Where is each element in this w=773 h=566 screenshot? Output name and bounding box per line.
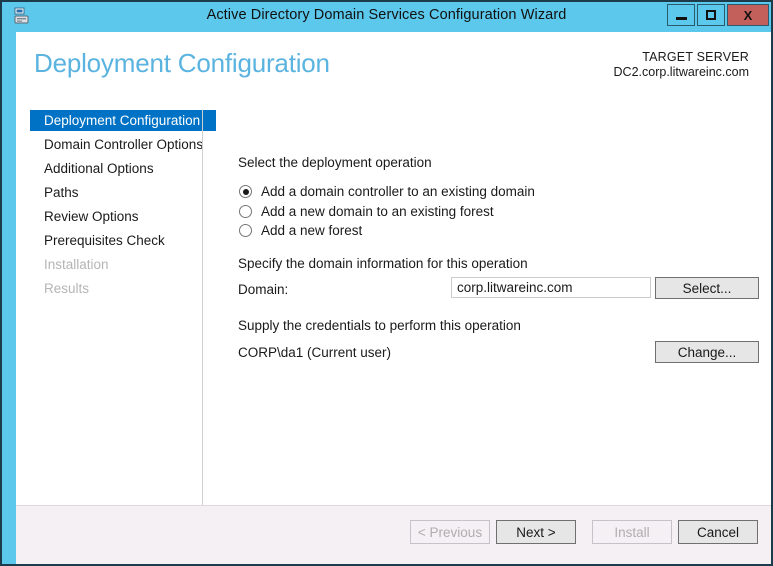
- client-area: Deployment Configuration TARGET SERVER D…: [16, 32, 771, 564]
- sidebar-item-label: Review Options: [44, 209, 139, 224]
- radio-icon: [239, 185, 252, 198]
- change-credentials-button[interactable]: Change...: [655, 341, 759, 363]
- cancel-button[interactable]: Cancel: [678, 520, 758, 544]
- next-button[interactable]: Next >: [496, 520, 576, 544]
- sidebar-item-label: Additional Options: [44, 161, 154, 176]
- page-header: Deployment Configuration TARGET SERVER D…: [16, 32, 771, 102]
- window-controls: X: [667, 4, 769, 26]
- install-button: Install: [592, 520, 672, 544]
- target-server-label: TARGET SERVER: [642, 50, 749, 64]
- sidebar-item-prerequisites-check[interactable]: Prerequisites Check: [30, 230, 202, 251]
- sidebar-divider: [202, 110, 203, 522]
- radio-label: Add a domain controller to an existing d…: [261, 184, 535, 199]
- credentials-value: CORP\da1 (Current user): [238, 345, 392, 360]
- close-icon: X: [743, 7, 753, 23]
- target-server-block: TARGET SERVER DC2.corp.litwareinc.com: [614, 50, 749, 79]
- main-panel: Select the deployment operation Add a do…: [216, 110, 761, 529]
- radio-icon: [239, 205, 252, 218]
- domain-field-label: Domain:: [238, 282, 289, 297]
- radio-icon: [239, 224, 252, 237]
- sidebar-item-domain-controller-options[interactable]: Domain Controller Options: [30, 134, 204, 155]
- window-title: Active Directory Domain Services Configu…: [206, 7, 567, 23]
- radio-label: Add a new forest: [261, 223, 363, 238]
- sidebar-item-deployment-configuration[interactable]: Deployment Configuration: [30, 110, 216, 131]
- radio-label: Add a new domain to an existing forest: [261, 204, 494, 219]
- sidebar-item-label: Paths: [44, 185, 79, 200]
- domain-input[interactable]: [451, 277, 651, 298]
- previous-button: < Previous: [410, 520, 490, 544]
- credentials-group-label: Supply the credentials to perform this o…: [238, 318, 521, 333]
- radio-add-new-domain-existing-forest[interactable]: Add a new domain to an existing forest: [239, 204, 494, 219]
- sidebar-item-results: Results: [30, 278, 202, 299]
- sidebar-item-label: Domain Controller Options: [44, 137, 204, 152]
- sidebar-item-label: Prerequisites Check: [44, 233, 165, 248]
- screen: Active Directory Domain Services Configu…: [0, 0, 773, 566]
- close-button[interactable]: X: [727, 4, 769, 26]
- radio-add-domain-controller-existing-domain[interactable]: Add a domain controller to an existing d…: [239, 184, 535, 199]
- maximize-icon: [706, 10, 716, 20]
- deployment-operation-group-label: Select the deployment operation: [238, 155, 432, 170]
- sidebar-item-additional-options[interactable]: Additional Options: [30, 158, 202, 179]
- sidebar-item-installation: Installation: [30, 254, 202, 275]
- select-domain-button[interactable]: Select...: [655, 277, 759, 299]
- minimize-icon: [675, 16, 687, 20]
- page-title: Deployment Configuration: [34, 48, 330, 78]
- minimize-button[interactable]: [667, 4, 695, 26]
- sidebar-item-label: Deployment Configuration: [44, 113, 201, 128]
- sidebar-item-review-options[interactable]: Review Options: [30, 206, 202, 227]
- title-bar[interactable]: Active Directory Domain Services Configu…: [2, 2, 771, 30]
- sidebar-item-label: Results: [44, 281, 90, 296]
- radio-add-new-forest[interactable]: Add a new forest: [239, 223, 362, 238]
- target-server-name: DC2.corp.litwareinc.com: [613, 65, 749, 79]
- maximize-button[interactable]: [697, 4, 725, 26]
- wizard-steps-sidebar: Deployment Configuration Domain Controll…: [16, 110, 216, 510]
- sidebar-item-label: Installation: [44, 257, 109, 272]
- sidebar-item-paths[interactable]: Paths: [30, 182, 202, 203]
- domain-info-group-label: Specify the domain information for this …: [238, 256, 528, 271]
- wizard-footer: < Previous Next > Install Cancel: [16, 505, 771, 564]
- wizard-window: Active Directory Domain Services Configu…: [0, 0, 773, 566]
